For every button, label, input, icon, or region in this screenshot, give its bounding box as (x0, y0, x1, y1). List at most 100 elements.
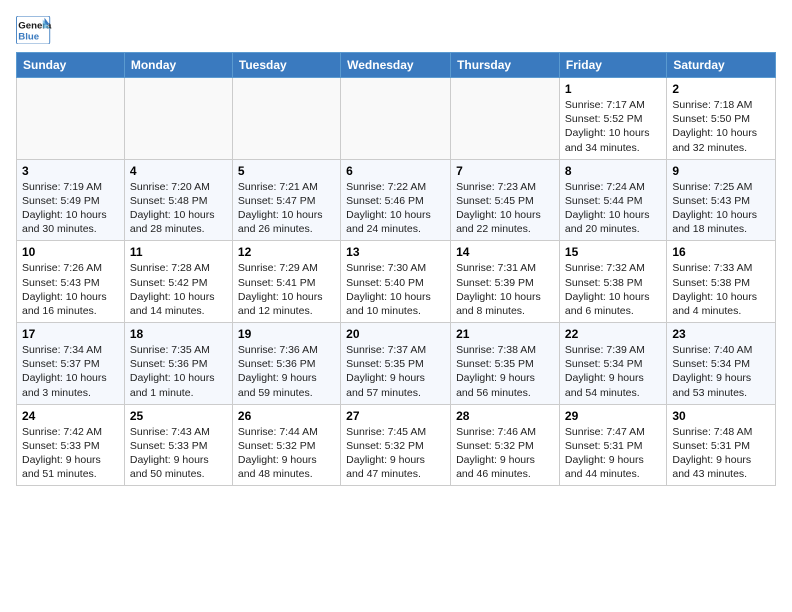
calendar-day-cell: 17 Sunrise: 7:34 AMSunset: 5:37 PMDayligh… (17, 323, 125, 405)
day-number: 25 (130, 409, 227, 423)
day-info: Sunrise: 7:46 AMSunset: 5:32 PMDaylight:… (456, 425, 554, 482)
day-info: Sunrise: 7:43 AMSunset: 5:33 PMDaylight:… (130, 425, 227, 482)
calendar-day-cell: 23Sunrise: 7:40 AMSunset: 5:34 PMDayligh… (667, 323, 776, 405)
day-info: Sunrise: 7:31 AMSunset: 5:39 PMDaylight:… (456, 261, 554, 318)
day-info: Sunrise: 7:47 AMSunset: 5:31 PMDaylight:… (565, 425, 661, 482)
day-info: Sunrise: 7:40 AMSunset: 5:34 PMDaylight:… (672, 343, 770, 400)
weekday-header-tuesday: Tuesday (232, 53, 340, 78)
weekday-header-saturday: Saturday (667, 53, 776, 78)
day-info: Sunrise: 7:42 AMSunset: 5:33 PMDaylight:… (22, 425, 119, 482)
day-number: 12 (238, 245, 335, 259)
svg-text:Blue: Blue (18, 32, 39, 43)
calendar-day-cell: 20 Sunrise: 7:37 AMSunset: 5:35 PMDayligh… (341, 323, 451, 405)
day-number: 21 (456, 327, 554, 341)
day-info: Sunrise: 7:32 AMSunset: 5:38 PMDaylight:… (565, 261, 661, 318)
day-info: Sunrise: 7:37 AMSunset: 5:35 PMDaylight:… (346, 343, 445, 400)
day-info: Sunrise: 7:30 AMSunset: 5:40 PMDaylight:… (346, 261, 445, 318)
calendar-day-cell: 27 Sunrise: 7:45 AMSunset: 5:32 PMDayligh… (341, 404, 451, 486)
calendar-day-cell (232, 78, 340, 160)
day-number: 6 (346, 164, 445, 178)
weekday-header-row: SundayMondayTuesdayWednesdayThursdayFrid… (17, 53, 776, 78)
calendar-table: SundayMondayTuesdayWednesdayThursdayFrid… (16, 52, 776, 486)
day-info: Sunrise: 7:29 AMSunset: 5:41 PMDaylight:… (238, 261, 335, 318)
day-number: 10 (22, 245, 119, 259)
weekday-header-wednesday: Wednesday (341, 53, 451, 78)
day-info: Sunrise: 7:22 AMSunset: 5:46 PMDaylight:… (346, 180, 445, 237)
calendar-day-cell: 28Sunrise: 7:46 AMSunset: 5:32 PMDayligh… (451, 404, 560, 486)
day-info: Sunrise: 7:25 AMSunset: 5:43 PMDaylight:… (672, 180, 770, 237)
logo: General Blue (16, 16, 52, 44)
day-info: Sunrise: 7:18 AMSunset: 5:50 PMDaylight:… (672, 98, 770, 155)
day-number: 26 (238, 409, 335, 423)
day-number: 9 (672, 164, 770, 178)
day-info: Sunrise: 7:19 AMSunset: 5:49 PMDaylight:… (22, 180, 119, 237)
day-number: 4 (130, 164, 227, 178)
day-info: Sunrise: 7:26 AMSunset: 5:43 PMDaylight:… (22, 261, 119, 318)
calendar-day-cell: 24 Sunrise: 7:42 AMSunset: 5:33 PMDayligh… (17, 404, 125, 486)
day-number: 16 (672, 245, 770, 259)
day-number: 27 (346, 409, 445, 423)
calendar-day-cell: 12 Sunrise: 7:29 AMSunset: 5:41 PMDayligh… (232, 241, 340, 323)
calendar-week-row: 10 Sunrise: 7:26 AMSunset: 5:43 PMDayligh… (17, 241, 776, 323)
calendar-day-cell: 30Sunrise: 7:48 AMSunset: 5:31 PMDayligh… (667, 404, 776, 486)
calendar-day-cell: 10 Sunrise: 7:26 AMSunset: 5:43 PMDayligh… (17, 241, 125, 323)
day-number: 15 (565, 245, 661, 259)
weekday-header-friday: Friday (559, 53, 666, 78)
calendar-day-cell (17, 78, 125, 160)
day-number: 30 (672, 409, 770, 423)
day-number: 20 (346, 327, 445, 341)
calendar-week-row: 3 Sunrise: 7:19 AMSunset: 5:49 PMDaylight… (17, 159, 776, 241)
day-number: 2 (672, 82, 770, 96)
calendar-day-cell: 11 Sunrise: 7:28 AMSunset: 5:42 PMDayligh… (124, 241, 232, 323)
calendar-day-cell: 16Sunrise: 7:33 AMSunset: 5:38 PMDayligh… (667, 241, 776, 323)
day-info: Sunrise: 7:44 AMSunset: 5:32 PMDaylight:… (238, 425, 335, 482)
calendar-day-cell (451, 78, 560, 160)
day-number: 8 (565, 164, 661, 178)
calendar-day-cell: 19Sunrise: 7:36 AMSunset: 5:36 PMDayligh… (232, 323, 340, 405)
calendar-day-cell: 7 Sunrise: 7:23 AMSunset: 5:45 PMDaylight… (451, 159, 560, 241)
page-header: General Blue (16, 16, 776, 44)
calendar-day-cell: 1 Sunrise: 7:17 AMSunset: 5:52 PMDaylight… (559, 78, 666, 160)
day-info: Sunrise: 7:28 AMSunset: 5:42 PMDaylight:… (130, 261, 227, 318)
calendar-day-cell: 15 Sunrise: 7:32 AMSunset: 5:38 PMDayligh… (559, 241, 666, 323)
day-info: Sunrise: 7:39 AMSunset: 5:34 PMDaylight:… (565, 343, 661, 400)
day-number: 7 (456, 164, 554, 178)
calendar-day-cell: 13Sunrise: 7:30 AMSunset: 5:40 PMDayligh… (341, 241, 451, 323)
day-number: 14 (456, 245, 554, 259)
calendar-day-cell: 21 Sunrise: 7:38 AMSunset: 5:35 PMDayligh… (451, 323, 560, 405)
calendar-day-cell: 8 Sunrise: 7:24 AMSunset: 5:44 PMDaylight… (559, 159, 666, 241)
calendar-day-cell: 6 Sunrise: 7:22 AMSunset: 5:46 PMDaylight… (341, 159, 451, 241)
day-info: Sunrise: 7:24 AMSunset: 5:44 PMDaylight:… (565, 180, 661, 237)
day-number: 11 (130, 245, 227, 259)
calendar-day-cell: 14 Sunrise: 7:31 AMSunset: 5:39 PMDayligh… (451, 241, 560, 323)
day-info: Sunrise: 7:20 AMSunset: 5:48 PMDaylight:… (130, 180, 227, 237)
calendar-day-cell (341, 78, 451, 160)
calendar-day-cell: 9 Sunrise: 7:25 AMSunset: 5:43 PMDaylight… (667, 159, 776, 241)
day-number: 3 (22, 164, 119, 178)
logo-icon: General Blue (16, 16, 52, 44)
day-number: 24 (22, 409, 119, 423)
day-number: 22 (565, 327, 661, 341)
calendar-day-cell: 18Sunrise: 7:35 AMSunset: 5:36 PMDayligh… (124, 323, 232, 405)
weekday-header-monday: Monday (124, 53, 232, 78)
calendar-day-cell: 26 Sunrise: 7:44 AMSunset: 5:32 PMDayligh… (232, 404, 340, 486)
calendar-week-row: 24 Sunrise: 7:42 AMSunset: 5:33 PMDayligh… (17, 404, 776, 486)
calendar-day-cell: 5 Sunrise: 7:21 AMSunset: 5:47 PMDaylight… (232, 159, 340, 241)
day-info: Sunrise: 7:38 AMSunset: 5:35 PMDaylight:… (456, 343, 554, 400)
day-info: Sunrise: 7:45 AMSunset: 5:32 PMDaylight:… (346, 425, 445, 482)
calendar-day-cell: 4 Sunrise: 7:20 AMSunset: 5:48 PMDaylight… (124, 159, 232, 241)
calendar-day-cell: 3 Sunrise: 7:19 AMSunset: 5:49 PMDaylight… (17, 159, 125, 241)
day-info: Sunrise: 7:17 AMSunset: 5:52 PMDaylight:… (565, 98, 661, 155)
day-number: 17 (22, 327, 119, 341)
weekday-header-sunday: Sunday (17, 53, 125, 78)
calendar-day-cell: 25 Sunrise: 7:43 AMSunset: 5:33 PMDayligh… (124, 404, 232, 486)
day-info: Sunrise: 7:34 AMSunset: 5:37 PMDaylight:… (22, 343, 119, 400)
day-number: 18 (130, 327, 227, 341)
day-number: 5 (238, 164, 335, 178)
calendar-day-cell: 2 Sunrise: 7:18 AMSunset: 5:50 PMDaylight… (667, 78, 776, 160)
day-info: Sunrise: 7:21 AMSunset: 5:47 PMDaylight:… (238, 180, 335, 237)
day-number: 19 (238, 327, 335, 341)
calendar-day-cell: 22 Sunrise: 7:39 AMSunset: 5:34 PMDayligh… (559, 323, 666, 405)
day-info: Sunrise: 7:23 AMSunset: 5:45 PMDaylight:… (456, 180, 554, 237)
day-number: 1 (565, 82, 661, 96)
